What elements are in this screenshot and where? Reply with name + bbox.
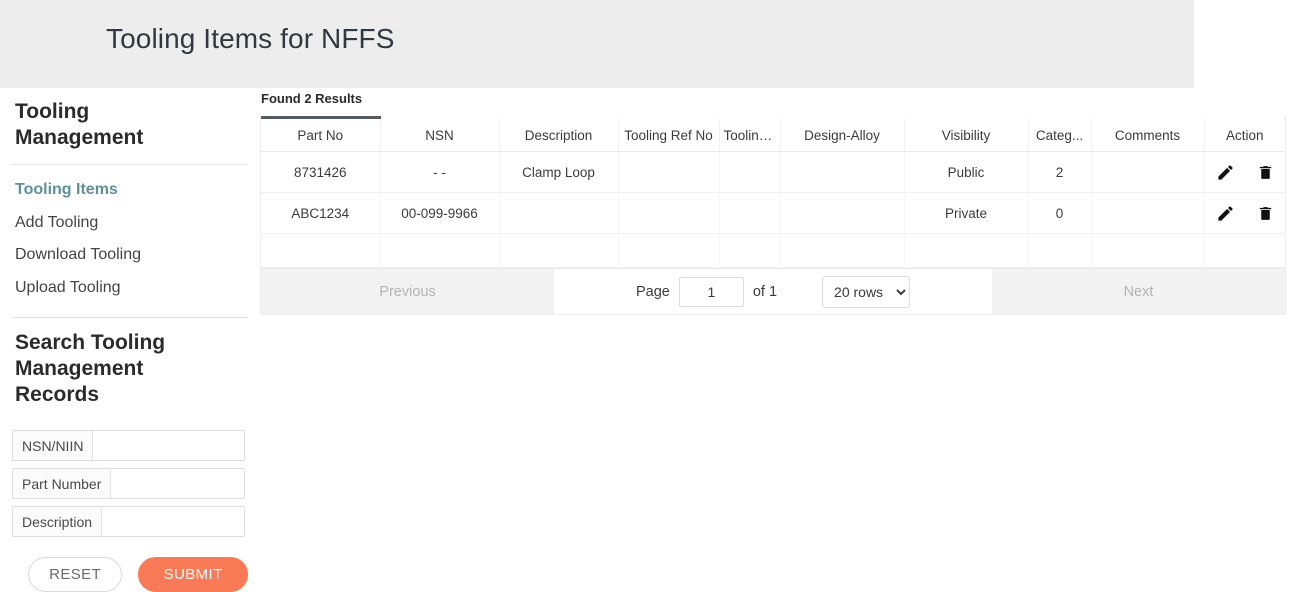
nsn-niin-label: NSN/NIIN: [13, 431, 94, 460]
empty-cell: [780, 233, 905, 268]
empty-cell: [618, 233, 720, 268]
results-panel: Found 2 Results Part No NSN Description …: [260, 88, 1294, 578]
cell-tooling: [719, 151, 781, 193]
sidebar-heading: Tooling Management: [15, 100, 144, 149]
cell-nsn: 00-099-9966: [380, 192, 500, 234]
empty-cell: [1091, 233, 1205, 268]
search-form: NSN/NIIN Part Number Description RESET S…: [12, 430, 248, 592]
table-row[interactable]: 8731426 - - Clamp Loop Public 2: [261, 151, 1285, 193]
page-header: Tooling Items for NFFS: [0, 0, 1194, 88]
column-header-action[interactable]: Action: [1204, 117, 1285, 152]
column-header-visibility[interactable]: Visibility: [904, 117, 1029, 152]
cell-action: [1204, 151, 1285, 193]
search-form-buttons: RESET SUBMIT: [12, 557, 248, 592]
trash-icon[interactable]: [1257, 204, 1274, 223]
table-empty-row: [261, 233, 1285, 268]
cell-comments: [1091, 151, 1205, 193]
column-header-tooling-ref-no[interactable]: Tooling Ref No: [618, 117, 720, 152]
column-header-nsn[interactable]: NSN: [380, 117, 500, 152]
sidebar-item-add-tooling[interactable]: Add Tooling: [12, 207, 248, 240]
column-header-design-alloy[interactable]: Design-Alloy: [780, 117, 905, 152]
column-header-part-no[interactable]: Part No: [261, 116, 381, 152]
part-number-input[interactable]: [111, 469, 244, 498]
search-panel-heading: Search Tooling Management Records: [15, 331, 166, 406]
table-header-row: Part No NSN Description Tooling Ref No T…: [261, 116, 1285, 152]
pencil-icon[interactable]: [1216, 204, 1235, 223]
cell-visibility: Public: [904, 151, 1029, 193]
cell-category: 2: [1028, 151, 1092, 193]
description-input[interactable]: [102, 507, 244, 536]
empty-cell: [380, 233, 500, 268]
sidebar: Tooling Management Tooling Items Add Too…: [0, 88, 260, 592]
cell-part-no: 8731426: [261, 151, 381, 193]
page-label: Page: [635, 283, 670, 300]
empty-cell: [261, 233, 381, 268]
sidebar-divider-top: [12, 164, 248, 165]
sidebar-divider-bottom: [12, 317, 248, 318]
cell-tooling: [719, 192, 781, 234]
submit-button[interactable]: SUBMIT: [138, 557, 248, 592]
rows-per-page-select[interactable]: 20 rows: [822, 275, 911, 308]
cell-comments: [1091, 192, 1205, 234]
table-row[interactable]: ABC1234 00-099-9966 Private 0: [261, 192, 1285, 234]
column-header-tooling[interactable]: Tooling...: [719, 117, 781, 152]
nsn-niin-field-group: NSN/NIIN: [12, 430, 245, 461]
sidebar-nav: Tooling Items Add Tooling Download Tooli…: [12, 174, 248, 304]
results-table-container: Part No NSN Description Tooling Ref No T…: [260, 116, 1286, 315]
sidebar-item-tooling-items[interactable]: Tooling Items: [12, 174, 248, 207]
empty-cell: [1204, 233, 1285, 268]
reset-button[interactable]: RESET: [28, 557, 123, 592]
page-number-input[interactable]: [678, 276, 744, 307]
cell-tooling-ref-no: [618, 192, 720, 234]
column-header-description[interactable]: Description: [499, 117, 619, 152]
nsn-niin-input[interactable]: [93, 431, 244, 460]
cell-part-no: ABC1234: [261, 192, 381, 234]
pagination-bar: Previous Page of 1 20 rows Next: [261, 268, 1285, 314]
trash-icon[interactable]: [1257, 163, 1274, 182]
page-title: Tooling Items for NFFS: [106, 23, 395, 54]
page-total-label: of 1: [752, 283, 778, 300]
cell-design-alloy: [780, 192, 905, 234]
sidebar-item-download-tooling[interactable]: Download Tooling: [12, 239, 248, 272]
column-header-category[interactable]: Categ...: [1028, 117, 1092, 152]
results-table: Part No NSN Description Tooling Ref No T…: [261, 116, 1285, 268]
cell-visibility: Private: [904, 192, 1029, 234]
empty-cell: [1028, 233, 1092, 268]
pagination-controls: Page of 1 20 rows: [554, 269, 992, 314]
cell-tooling-ref-no: [618, 151, 720, 193]
next-page-button[interactable]: Next: [992, 269, 1285, 314]
cell-description: Clamp Loop: [499, 151, 619, 193]
empty-cell: [499, 233, 619, 268]
part-number-field-group: Part Number: [12, 468, 245, 499]
part-number-label: Part Number: [13, 469, 112, 498]
cell-action: [1204, 192, 1285, 234]
pencil-icon[interactable]: [1216, 163, 1235, 182]
cell-nsn: - -: [380, 151, 500, 193]
empty-cell: [904, 233, 1029, 268]
description-label: Description: [13, 507, 103, 536]
column-header-comments[interactable]: Comments: [1091, 117, 1205, 152]
sidebar-item-upload-tooling[interactable]: Upload Tooling: [12, 272, 248, 305]
cell-category: 0: [1028, 192, 1092, 234]
cell-design-alloy: [780, 151, 905, 193]
description-field-group: Description: [12, 506, 245, 537]
results-count: Found 2 Results: [261, 91, 363, 106]
empty-cell: [719, 233, 781, 268]
cell-description: [499, 192, 619, 234]
previous-page-button[interactable]: Previous: [261, 269, 554, 314]
